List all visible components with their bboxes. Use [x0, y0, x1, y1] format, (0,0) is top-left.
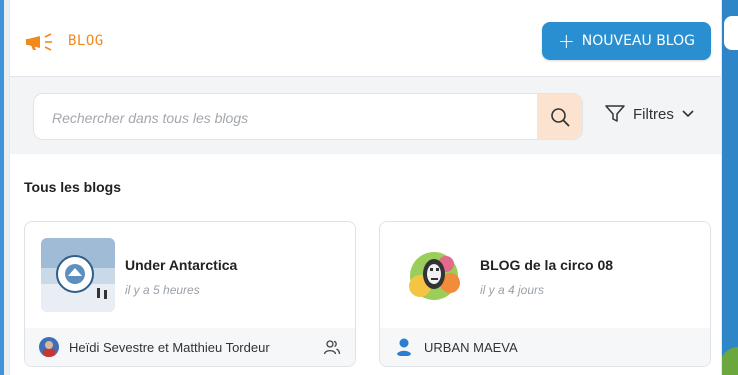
- blog-name[interactable]: BLOG de la circo 08: [480, 257, 613, 273]
- search-box: [33, 93, 583, 140]
- blog-card[interactable]: BLOG de la circo 08 il y a 4 jours URBAN…: [379, 221, 711, 367]
- megaphone-icon: [26, 33, 52, 51]
- search-button[interactable]: [537, 94, 582, 139]
- window-right-edge: [720, 0, 738, 375]
- user-icon: [394, 337, 414, 357]
- shared-users-icon: [323, 340, 341, 355]
- section-title: Tous les blogs: [24, 179, 121, 195]
- blog-author: Heïdi Sevestre et Matthieu Tordeur: [69, 340, 270, 355]
- blog-author: URBAN MAEVA: [424, 340, 518, 355]
- search-bar-area: Filtres: [10, 77, 721, 154]
- filter-icon: [605, 105, 625, 122]
- search-input[interactable]: [50, 94, 534, 139]
- blog-panel: BLOG + NOUVEAU BLOG Filtres Tou: [9, 0, 722, 375]
- avatar: [39, 337, 59, 357]
- filters-dropdown[interactable]: Filtres: [605, 105, 694, 123]
- edge-notch: [724, 16, 738, 50]
- blog-card-footer: Heïdi Sevestre et Matthieu Tordeur: [25, 328, 355, 366]
- blog-card[interactable]: Under Antarctica il y a 5 heures Heïdi S…: [24, 221, 356, 367]
- blog-thumbnail: [396, 238, 470, 312]
- edge-leaf-decoration: [720, 347, 738, 375]
- blog-time: il y a 4 jours: [480, 283, 545, 297]
- plus-icon: +: [558, 29, 575, 53]
- window-left-edge: [0, 0, 9, 375]
- blog-thumbnail: [41, 238, 115, 312]
- blog-card-footer: URBAN MAEVA: [380, 328, 710, 366]
- page-title: BLOG: [68, 33, 104, 49]
- new-blog-button-label: NOUVEAU BLOG: [581, 33, 695, 49]
- new-blog-button[interactable]: + NOUVEAU BLOG: [542, 22, 711, 60]
- chevron-down-icon: [682, 110, 694, 118]
- blog-name[interactable]: Under Antarctica: [125, 257, 237, 273]
- panel-header: BLOG + NOUVEAU BLOG: [10, 0, 721, 77]
- filters-label: Filtres: [633, 105, 674, 123]
- blog-time: il y a 5 heures: [125, 283, 200, 297]
- search-icon: [550, 107, 569, 126]
